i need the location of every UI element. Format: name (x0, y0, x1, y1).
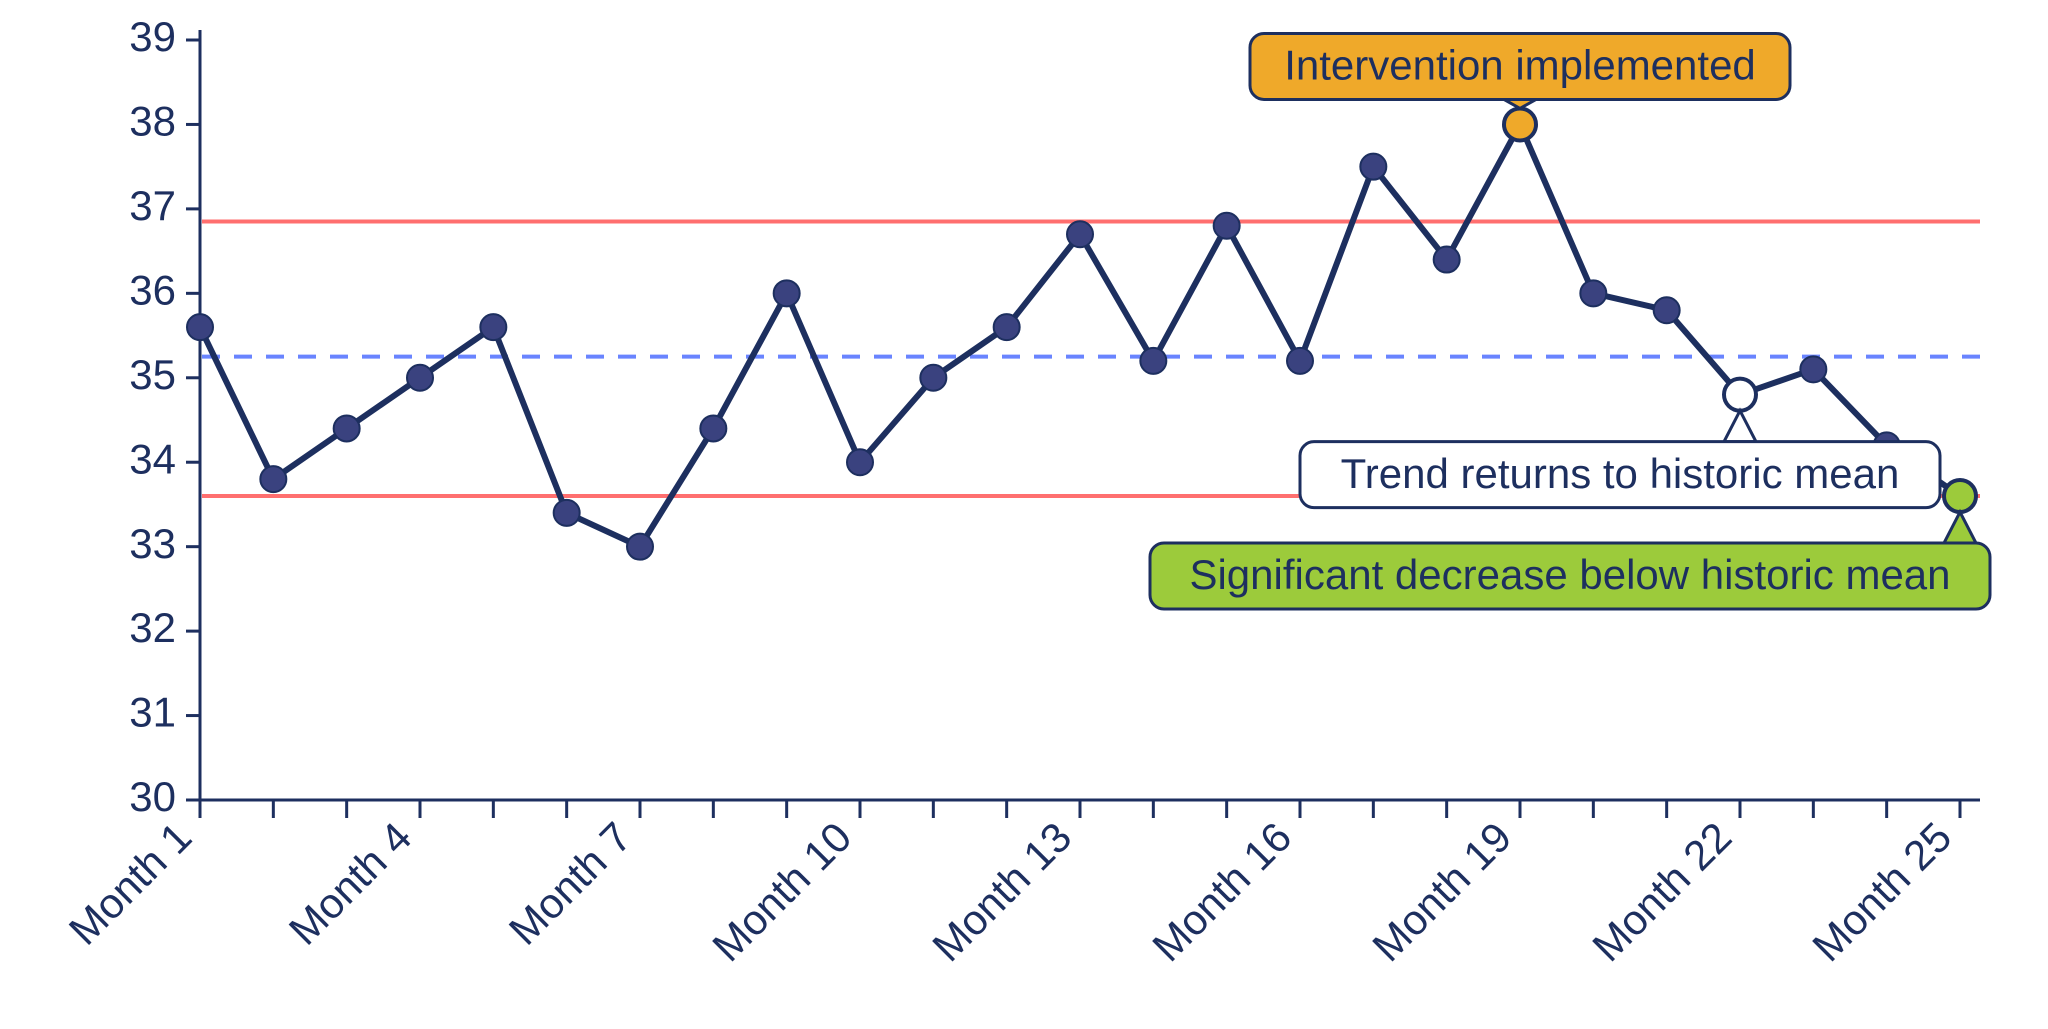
data-marker (407, 365, 433, 391)
x-tick-label-group: Month 16 (1143, 813, 1300, 970)
x-tick-label: Month 22 (1583, 813, 1740, 970)
data-marker (1580, 280, 1606, 306)
callout-pointer-icon (1724, 411, 1756, 442)
y-tick-label: 39 (129, 13, 176, 60)
data-marker (554, 500, 580, 526)
y-tick-label: 30 (129, 773, 176, 820)
x-tick-label: Month 1 (60, 813, 201, 954)
y-tick-label: 38 (129, 98, 176, 145)
callout-pointer-icon (1944, 512, 1976, 543)
data-marker (1654, 297, 1680, 323)
data-marker (920, 365, 946, 391)
x-tick-label: Month 25 (1803, 813, 1960, 970)
y-tick-label: 36 (129, 266, 176, 313)
x-tick-label-group: Month 13 (923, 813, 1080, 970)
significant-dec: Significant decrease below historic mean (1150, 512, 1990, 609)
y-tick-label: 33 (129, 520, 176, 567)
x-tick-label-group: Month 1 (60, 813, 201, 954)
x-tick-label-group: Month 22 (1583, 813, 1740, 970)
x-tick-label: Month 19 (1363, 813, 1520, 970)
callout-text: Trend returns to historic mean (1341, 450, 1900, 497)
y-tick-label: 35 (129, 351, 176, 398)
highlight-marker (1504, 108, 1536, 140)
x-tick-label-group: Month 25 (1803, 813, 1960, 970)
callout-text: Significant decrease below historic mean (1189, 551, 1950, 598)
data-marker (1360, 154, 1386, 180)
data-marker (774, 280, 800, 306)
x-tick-label: Month 13 (923, 813, 1080, 970)
highlight-marker (1944, 480, 1976, 512)
x-tick-label: Month 10 (703, 813, 860, 970)
data-marker (1287, 348, 1313, 374)
data-marker (994, 314, 1020, 340)
data-marker (187, 314, 213, 340)
x-tick-label-group: Month 4 (280, 813, 421, 954)
highlight-marker (1724, 379, 1756, 411)
y-tick-label: 37 (129, 182, 176, 229)
y-tick-label: 31 (129, 689, 176, 736)
data-marker (1067, 221, 1093, 247)
data-marker (1800, 356, 1826, 382)
control-chart: 30 31 32 33 34 35 36 37 38 39 Month 1 Month 4 Month … (0, 0, 2048, 1029)
data-marker (700, 415, 726, 441)
intervention: Intervention implemented (1250, 33, 1790, 108)
data-marker (480, 314, 506, 340)
callout-text: Intervention implemented (1284, 42, 1756, 89)
data-marker (260, 466, 286, 492)
x-tick-label: Month 16 (1143, 813, 1300, 970)
x-tick-label-group: Month 10 (703, 813, 860, 970)
y-tick-label: 32 (129, 604, 176, 651)
trend-return: Trend returns to historic mean (1300, 411, 1940, 508)
y-tick-label: 34 (129, 435, 176, 482)
data-marker (627, 534, 653, 560)
x-tick-label: Month 4 (280, 813, 421, 954)
data-marker (1214, 213, 1240, 239)
data-marker (847, 449, 873, 475)
data-marker (1140, 348, 1166, 374)
data-marker (334, 415, 360, 441)
x-tick-label: Month 7 (500, 813, 641, 954)
data-marker (1434, 247, 1460, 273)
x-tick-label-group: Month 7 (500, 813, 641, 954)
x-tick-label-group: Month 19 (1363, 813, 1520, 970)
